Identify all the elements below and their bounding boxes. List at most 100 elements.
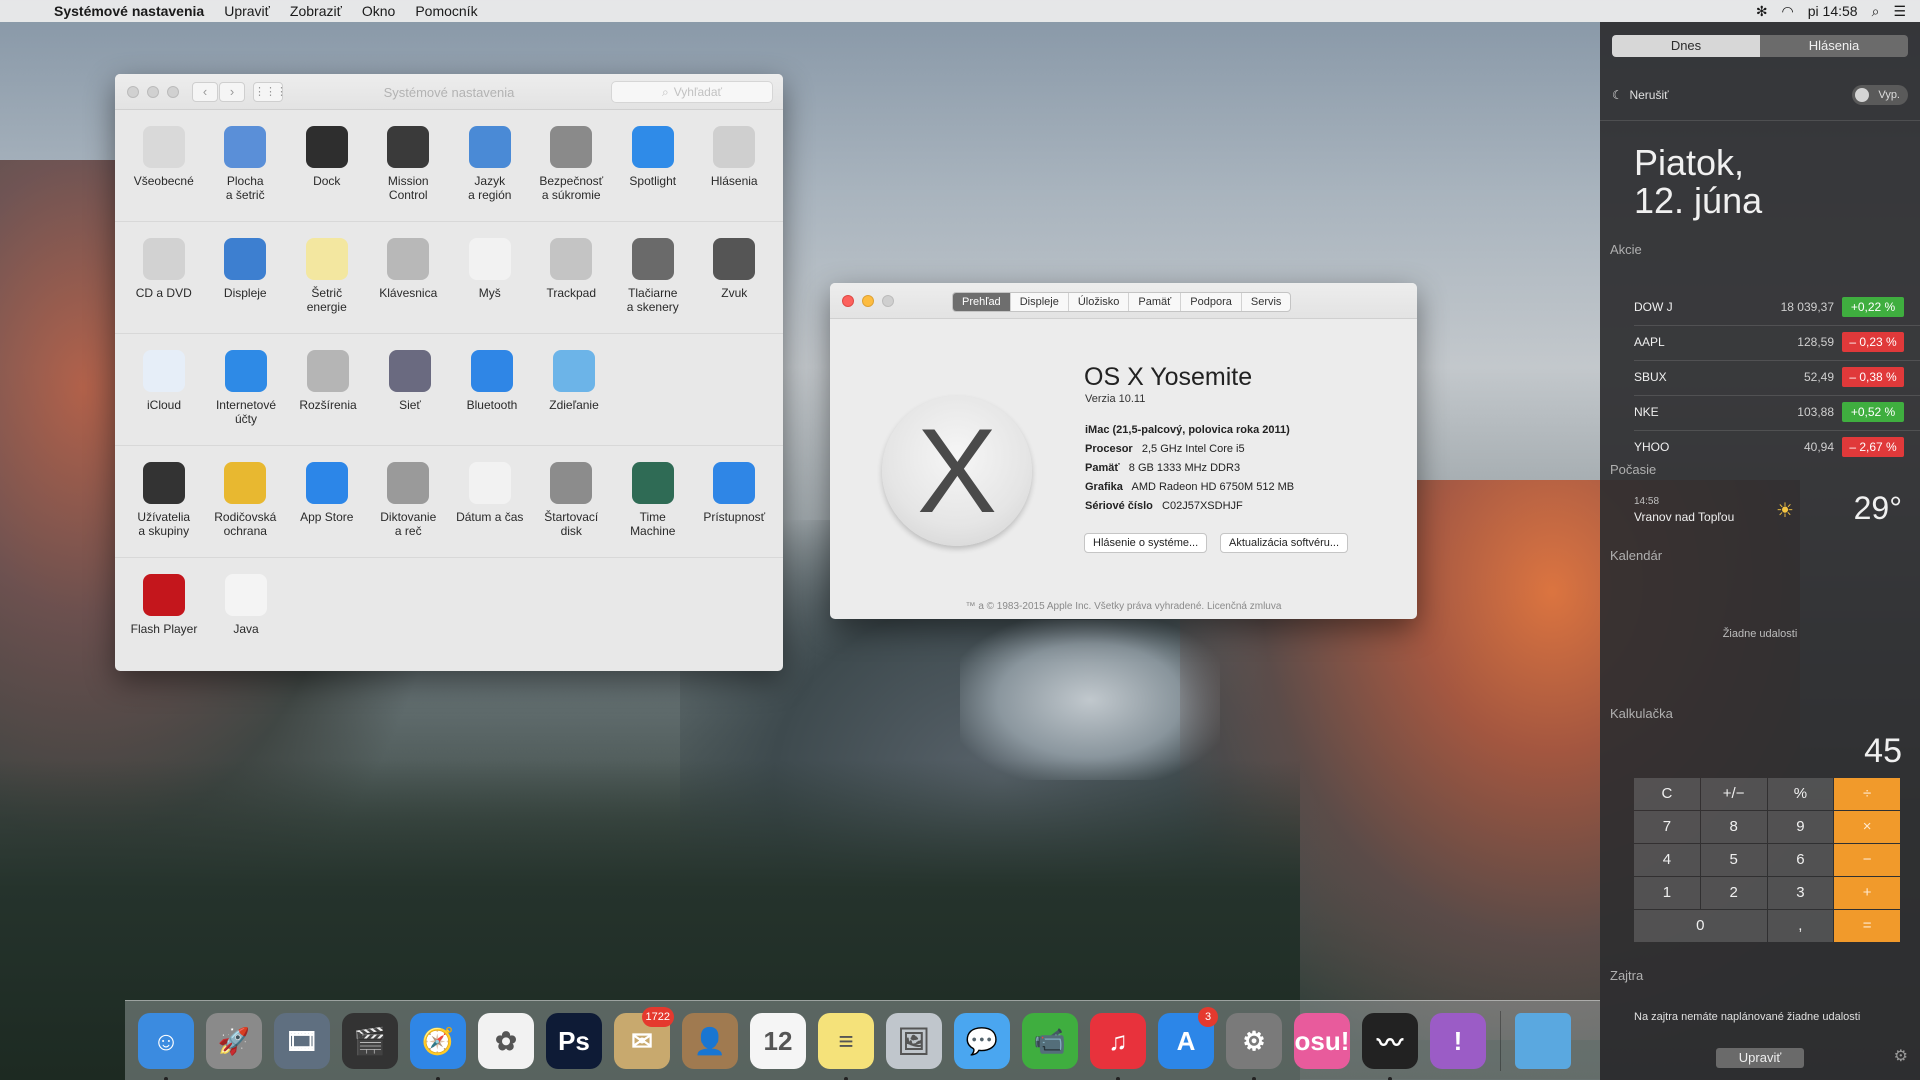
dnd-toggle[interactable]: Vyp. [1852, 85, 1908, 105]
tab-notifications[interactable]: Hlásenia [1760, 35, 1908, 57]
stock-row[interactable]: AAPL 128,59 – 0,23 % [1634, 325, 1904, 359]
contacts-dock-item[interactable]: 👤 [676, 1007, 744, 1075]
app-store-dock-dock-item[interactable]: A3 [1152, 1007, 1220, 1075]
pref-pane-dock[interactable]: Dock [286, 116, 368, 221]
image-capture-dock-item[interactable]: 🎞 [268, 1007, 336, 1075]
calc-key[interactable]: +/− [1700, 778, 1767, 810]
pref-pane-cd[interactable]: CD a DVD [123, 228, 205, 333]
pref-pane-app-store[interactable]: App Store [286, 452, 368, 557]
tab-memory[interactable]: Pamäť [1129, 293, 1182, 311]
calc-key[interactable]: 1 [1634, 877, 1700, 909]
tab-service[interactable]: Servis [1242, 293, 1291, 311]
tab-today[interactable]: Dnes [1612, 35, 1760, 57]
calc-key[interactable]: × [1834, 811, 1900, 843]
stock-row[interactable]: DOW J 18 039,37 +0,22 % [1634, 290, 1904, 324]
bluetooth-status-icon[interactable]: ✻ [1756, 3, 1768, 20]
tab-support[interactable]: Podpora [1181, 293, 1242, 311]
stock-change-badge[interactable]: +0,22 % [1842, 297, 1904, 317]
tab-storage[interactable]: Úložisko [1069, 293, 1130, 311]
stock-change-badge[interactable]: – 2,67 % [1842, 437, 1904, 457]
pref-pane-general[interactable]: Všeobecné [123, 116, 205, 221]
pref-pane-time-machine[interactable]: Time Machine [612, 452, 694, 557]
system-preferences-dock-item[interactable]: ⚙ [1220, 1007, 1288, 1080]
stock-row[interactable]: SBUX 52,49 – 0,38 % [1634, 360, 1904, 394]
stock-change-badge[interactable]: +0,52 % [1842, 402, 1904, 422]
pref-pane-printer[interactable]: Tlačiarne a skenery [612, 228, 694, 333]
calc-key[interactable]: , [1767, 910, 1834, 942]
final-cut-dock-item[interactable]: 🎬 [336, 1007, 404, 1075]
stock-row[interactable]: NKE 103,88 +0,52 % [1634, 395, 1904, 429]
menu-view[interactable]: Zobraziť [280, 3, 352, 19]
menu-help[interactable]: Pomocník [405, 3, 487, 19]
software-update-button[interactable]: Aktualizácia softvéru... [1220, 533, 1349, 553]
pref-pane-startup-disk[interactable]: Štartovací disk [531, 452, 613, 557]
pref-pane-mouse[interactable]: Myš [449, 228, 531, 333]
notification-center-icon[interactable]: ☰ [1893, 3, 1906, 20]
photos-dock-item[interactable]: ✿ [472, 1007, 540, 1075]
pref-pane-users[interactable]: Užívatelia a skupiny [123, 452, 205, 557]
pref-pane-trackpad[interactable]: Trackpad [531, 228, 613, 333]
close-button[interactable] [842, 295, 854, 307]
edit-widgets-button[interactable]: Upraviť [1716, 1048, 1804, 1068]
pref-pane-bluetooth[interactable]: Bluetooth [451, 340, 533, 445]
calc-key[interactable]: + [1834, 877, 1900, 909]
stock-row[interactable]: YHOO 40,94 – 2,67 % [1634, 430, 1904, 464]
pref-pane-flash[interactable]: Flash Player [123, 564, 205, 670]
notes-dock-item[interactable]: ≡ [812, 1007, 880, 1080]
downloads-stack[interactable] [1509, 1007, 1577, 1075]
calc-key[interactable]: − [1834, 844, 1900, 876]
gear-icon[interactable]: ⚙ [1894, 1046, 1908, 1066]
calc-key[interactable]: C [1634, 778, 1700, 810]
calc-key[interactable]: 0 [1634, 910, 1767, 942]
pref-pane-java[interactable]: Java [205, 564, 287, 670]
mail-dock-item[interactable]: ✉ 1722 [608, 1007, 676, 1075]
launchpad-dock-item[interactable]: 🚀 [200, 1007, 268, 1075]
stock-change-badge[interactable]: – 0,38 % [1842, 367, 1904, 387]
pref-pane-security[interactable]: Bezpečnosť a súkromie [531, 116, 613, 221]
pref-pane-notifications[interactable]: Hlásenia [694, 116, 776, 221]
calc-key[interactable]: 9 [1767, 811, 1834, 843]
calc-key[interactable]: % [1767, 778, 1834, 810]
osu-dock-item[interactable]: osu! [1288, 1007, 1356, 1075]
pref-pane-spotlight[interactable]: Spotlight [612, 116, 694, 221]
pref-pane-desktop[interactable]: Plocha a šetrič [205, 116, 287, 221]
feedback-dock-item[interactable]: ! [1424, 1007, 1492, 1075]
itunes-dock-item[interactable]: ♫ [1084, 1007, 1152, 1080]
pref-pane-displays[interactable]: Displeje [205, 228, 287, 333]
pref-pane-accessibility[interactable]: Prístupnosť [694, 452, 776, 557]
wifi-icon[interactable]: ◠ [1782, 3, 1794, 20]
system-report-button[interactable]: Hlásenie o systéme... [1084, 533, 1208, 553]
calc-key[interactable]: = [1834, 910, 1900, 942]
clock[interactable]: pi 14:58 [1808, 3, 1858, 19]
messages-dock-item[interactable]: 💬 [948, 1007, 1016, 1075]
calc-key[interactable]: ÷ [1834, 778, 1900, 810]
photoshop-dock-item[interactable]: Ps [540, 1007, 608, 1075]
pref-pane-date-time[interactable]: Dátum a čas [449, 452, 531, 557]
safari-dock-item[interactable]: 🧭 [404, 1007, 472, 1080]
calc-key[interactable]: 2 [1700, 877, 1767, 909]
pref-pane-parental[interactable]: Rodičovská ochrana [205, 452, 287, 557]
spotlight-search-icon[interactable]: ⌕ [1872, 3, 1880, 20]
menu-app-name[interactable]: Systémové nastavenia [44, 3, 214, 19]
pref-pane-dictation[interactable]: Diktovanie a reč [368, 452, 450, 557]
pref-pane-internet-accounts[interactable]: Internetové účty [205, 340, 287, 445]
prefs-search-input[interactable]: ⌕ Vyhľadať [611, 81, 773, 103]
calc-key[interactable]: 4 [1634, 844, 1700, 876]
menu-window[interactable]: Okno [352, 3, 405, 19]
calc-key[interactable]: 5 [1700, 844, 1767, 876]
pref-pane-network[interactable]: Sieť [369, 340, 451, 445]
tab-overview[interactable]: Prehľad [953, 293, 1011, 311]
facetime-dock-item[interactable]: 📹 [1016, 1007, 1084, 1075]
stock-change-badge[interactable]: – 0,23 % [1842, 332, 1904, 352]
calendar-dock-item[interactable]: 12 [744, 1007, 812, 1075]
finder-dock-item[interactable]: ☺ [132, 1007, 200, 1080]
minimize-button[interactable] [862, 295, 874, 307]
pref-pane-language[interactable]: Jazyk a región [449, 116, 531, 221]
pref-pane-sharing[interactable]: Zdieľanie [533, 340, 615, 445]
menu-edit[interactable]: Upraviť [214, 3, 280, 19]
pref-pane-keyboard[interactable]: Klávesnica [368, 228, 450, 333]
pref-pane-energy[interactable]: Šetrič energie [286, 228, 368, 333]
preview-dock-item[interactable]: 🖼 [880, 1007, 948, 1075]
calc-key[interactable]: 3 [1767, 877, 1834, 909]
calc-key[interactable]: 7 [1634, 811, 1700, 843]
